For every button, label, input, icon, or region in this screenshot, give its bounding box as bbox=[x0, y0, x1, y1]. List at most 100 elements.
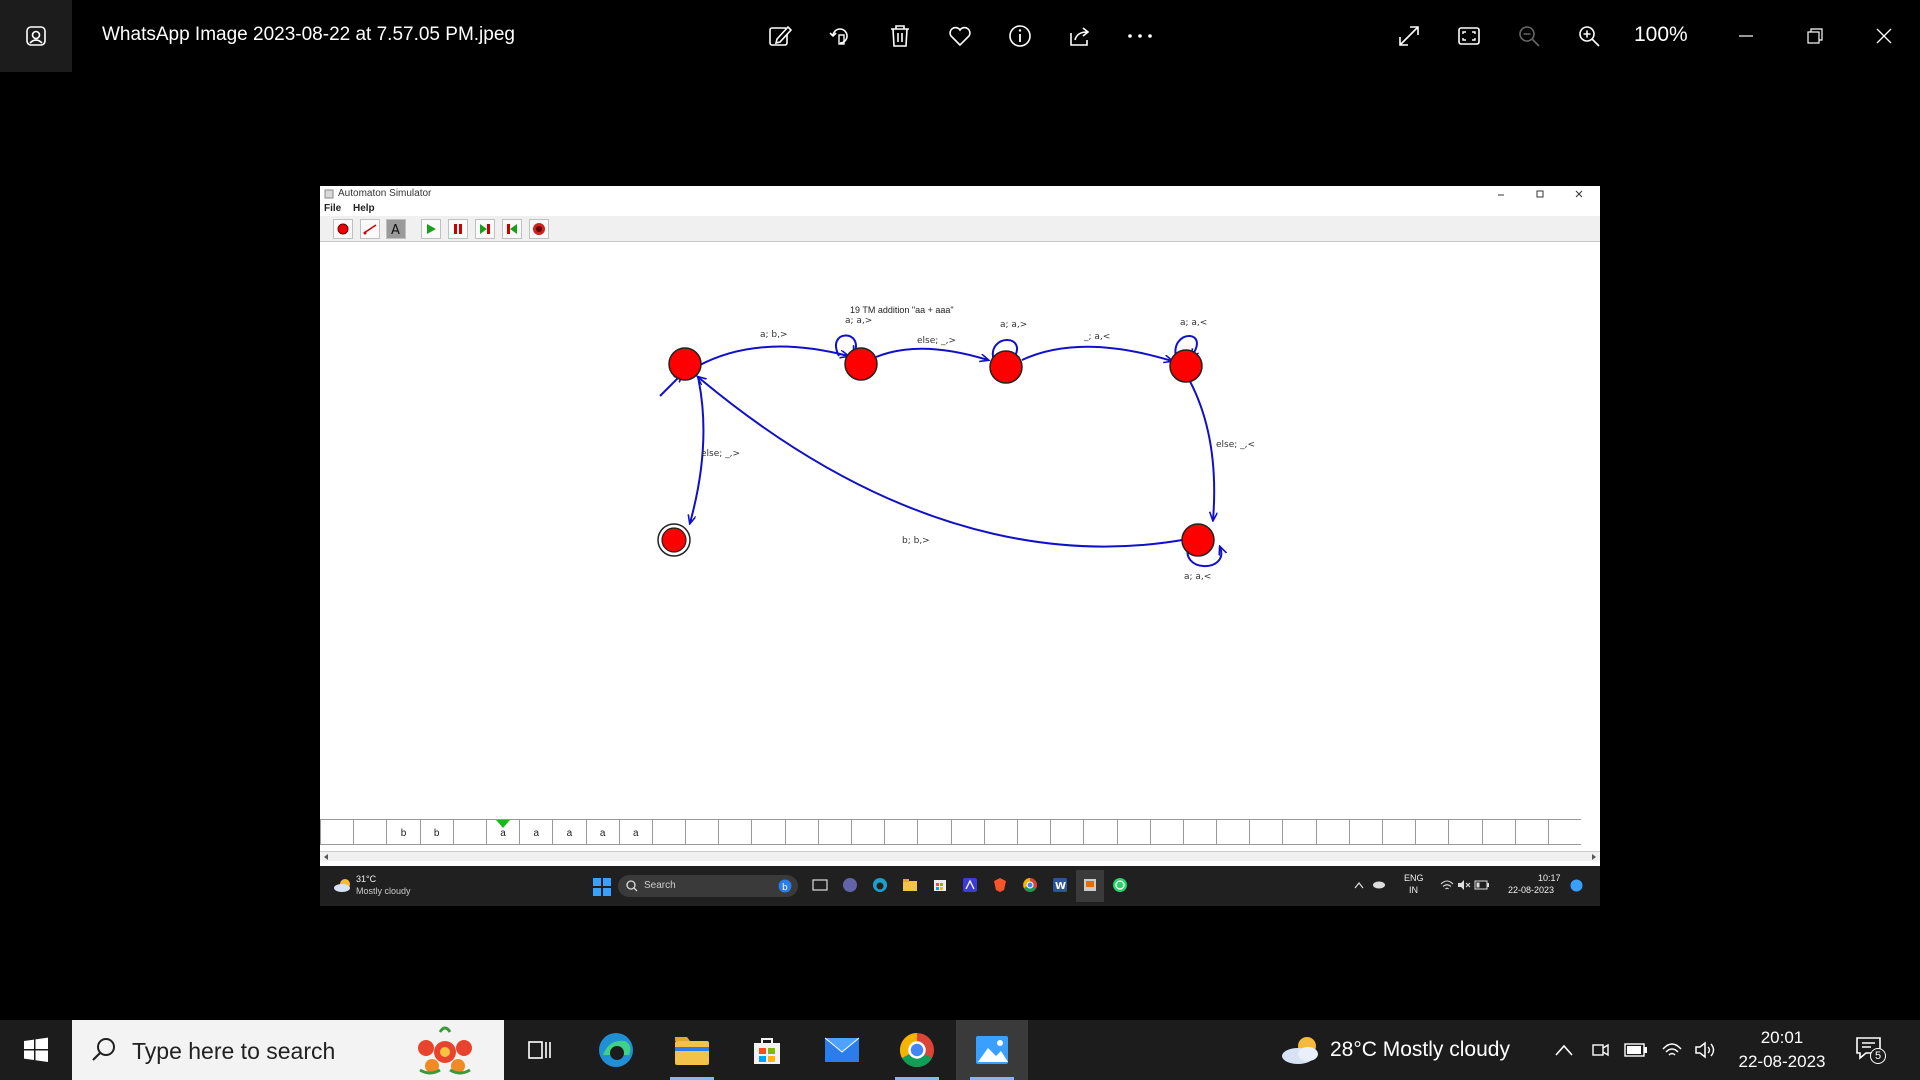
rotate-icon[interactable] bbox=[822, 18, 858, 54]
inner-store-icon[interactable] bbox=[932, 877, 948, 893]
step-icon[interactable] bbox=[475, 219, 495, 239]
inner-word-icon[interactable]: W bbox=[1052, 877, 1068, 893]
transition-q1-q2[interactable] bbox=[875, 347, 988, 360]
weather-icon[interactable] bbox=[1280, 1034, 1322, 1066]
start-button[interactable] bbox=[0, 1020, 72, 1080]
restore-icon[interactable] bbox=[1797, 18, 1833, 54]
state-q5[interactable] bbox=[661, 527, 687, 553]
transition-q3-q4[interactable] bbox=[1185, 373, 1214, 520]
transition-q4-q0[interactable] bbox=[698, 377, 1189, 548]
inner-java-icon bbox=[1084, 879, 1096, 891]
inner-temp: 31°C bbox=[356, 874, 377, 884]
inner-onedrive-icon[interactable] bbox=[1372, 879, 1386, 889]
inner-brave-icon[interactable] bbox=[992, 877, 1008, 893]
inner-tray-chevron-icon[interactable] bbox=[1354, 881, 1364, 889]
info-icon[interactable] bbox=[1002, 18, 1038, 54]
close-icon[interactable] bbox=[1866, 18, 1902, 54]
taskbar-photos[interactable] bbox=[956, 1020, 1028, 1080]
chrome-icon bbox=[900, 1033, 934, 1067]
state-q1[interactable] bbox=[844, 347, 878, 381]
simulator-menu-bar: File Help bbox=[320, 202, 1600, 216]
taskbar-chrome[interactable] bbox=[881, 1020, 953, 1080]
zoom-level: 100% bbox=[1634, 23, 1688, 46]
state-q0[interactable] bbox=[668, 347, 702, 381]
automaton-canvas[interactable]: 19 TM addition "aa + aaa" a; b,> a; a,> … bbox=[320, 243, 1600, 806]
menu-help[interactable]: Help bbox=[353, 203, 375, 214]
pause-icon[interactable] bbox=[448, 219, 468, 239]
scroll-left-icon[interactable] bbox=[322, 853, 330, 861]
windows-logo-icon bbox=[24, 1037, 48, 1062]
inner-start-icon[interactable] bbox=[593, 878, 611, 896]
inner-lang[interactable]: ENG bbox=[1404, 873, 1424, 883]
more-icon[interactable] bbox=[1122, 18, 1158, 54]
reset-icon[interactable] bbox=[502, 219, 522, 239]
delete-icon[interactable] bbox=[882, 18, 918, 54]
scroll-right-icon[interactable] bbox=[1590, 853, 1598, 861]
volume-icon[interactable] bbox=[1694, 1038, 1718, 1062]
state-q4[interactable] bbox=[1181, 523, 1215, 557]
inner-notification-icon[interactable] bbox=[1570, 879, 1583, 892]
inner-taskview-icon[interactable] bbox=[812, 877, 828, 893]
zoom-in-icon[interactable] bbox=[1571, 18, 1607, 54]
tape-cell bbox=[353, 819, 387, 845]
label-q2-q3: _; a,< bbox=[1083, 332, 1110, 342]
inner-search-box[interactable]: Search b bbox=[618, 875, 798, 897]
text-tool-icon[interactable]: A bbox=[386, 219, 406, 239]
weather-text[interactable]: 28°C Mostly cloudy bbox=[1330, 1038, 1510, 1062]
transition-q0-q1[interactable] bbox=[697, 345, 848, 367]
tape-cell bbox=[751, 819, 785, 845]
taskbar-file-explorer[interactable] bbox=[656, 1020, 728, 1080]
stop-icon[interactable] bbox=[529, 219, 549, 239]
zoom-out-icon[interactable] bbox=[1511, 18, 1547, 54]
inner-region[interactable]: IN bbox=[1409, 885, 1418, 895]
meet-now-icon[interactable] bbox=[1588, 1038, 1612, 1062]
photos-app-icon[interactable] bbox=[0, 0, 72, 72]
run-icon[interactable] bbox=[421, 219, 441, 239]
fit-icon[interactable] bbox=[1451, 18, 1487, 54]
taskbar-mail[interactable] bbox=[806, 1020, 878, 1080]
file-name: WhatsApp Image 2023-08-22 at 7.57.05 PM.… bbox=[102, 24, 515, 45]
state-tool-icon[interactable] bbox=[333, 219, 353, 239]
inner-explorer-icon[interactable] bbox=[902, 877, 918, 893]
mail-icon bbox=[824, 1037, 860, 1062]
transition-q2-q3[interactable] bbox=[1021, 345, 1172, 361]
sim-restore-icon[interactable] bbox=[1535, 189, 1545, 199]
label-q0-q1: a; b,> bbox=[760, 330, 788, 340]
menu-file[interactable]: File bbox=[324, 203, 341, 214]
inner-volume-icon[interactable] bbox=[1457, 879, 1471, 891]
share-icon[interactable] bbox=[1062, 18, 1098, 54]
taskbar-search-box[interactable]: Type here to search bbox=[72, 1020, 504, 1080]
tape-scrollbar[interactable] bbox=[320, 851, 1600, 861]
tape-cell bbox=[983, 819, 1017, 845]
tray-chevron-icon[interactable] bbox=[1552, 1038, 1576, 1062]
inner-battery-icon[interactable] bbox=[1474, 880, 1490, 890]
inner-whatsapp-icon[interactable] bbox=[1112, 877, 1128, 893]
task-view-button[interactable] bbox=[504, 1020, 576, 1080]
wifi-icon[interactable] bbox=[1660, 1038, 1684, 1062]
taskbar-clock[interactable]: 20:01 22-08-2023 bbox=[1732, 1026, 1832, 1074]
sim-close-icon[interactable] bbox=[1574, 189, 1584, 199]
state-q2[interactable] bbox=[989, 350, 1023, 384]
sim-minimize-icon[interactable] bbox=[1496, 189, 1506, 199]
search-placeholder: Type here to search bbox=[132, 1038, 336, 1064]
inner-java-app[interactable] bbox=[1076, 870, 1104, 902]
inner-edge-icon[interactable] bbox=[872, 877, 888, 893]
inner-wifi-icon[interactable] bbox=[1440, 879, 1454, 891]
inner-math-icon[interactable] bbox=[962, 877, 978, 893]
minimize-icon[interactable] bbox=[1728, 18, 1764, 54]
inner-condition: Mostly cloudy bbox=[356, 886, 411, 896]
favorite-icon[interactable] bbox=[942, 18, 978, 54]
photos-taskbar-icon bbox=[976, 1036, 1008, 1064]
inner-chrome-icon[interactable] bbox=[1022, 877, 1038, 893]
transition-tool-icon[interactable] bbox=[360, 219, 380, 239]
battery-icon[interactable] bbox=[1624, 1038, 1648, 1062]
notification-center-button[interactable]: 5 bbox=[1854, 1034, 1888, 1066]
taskbar-edge[interactable] bbox=[580, 1020, 652, 1080]
inner-teams-icon[interactable] bbox=[842, 877, 858, 893]
folder-icon bbox=[675, 1037, 709, 1065]
taskbar-store[interactable] bbox=[731, 1020, 803, 1080]
tape-cell bbox=[851, 819, 885, 845]
state-q3[interactable] bbox=[1169, 349, 1203, 383]
edit-icon[interactable] bbox=[762, 18, 798, 54]
fullscreen-icon[interactable] bbox=[1391, 18, 1427, 54]
